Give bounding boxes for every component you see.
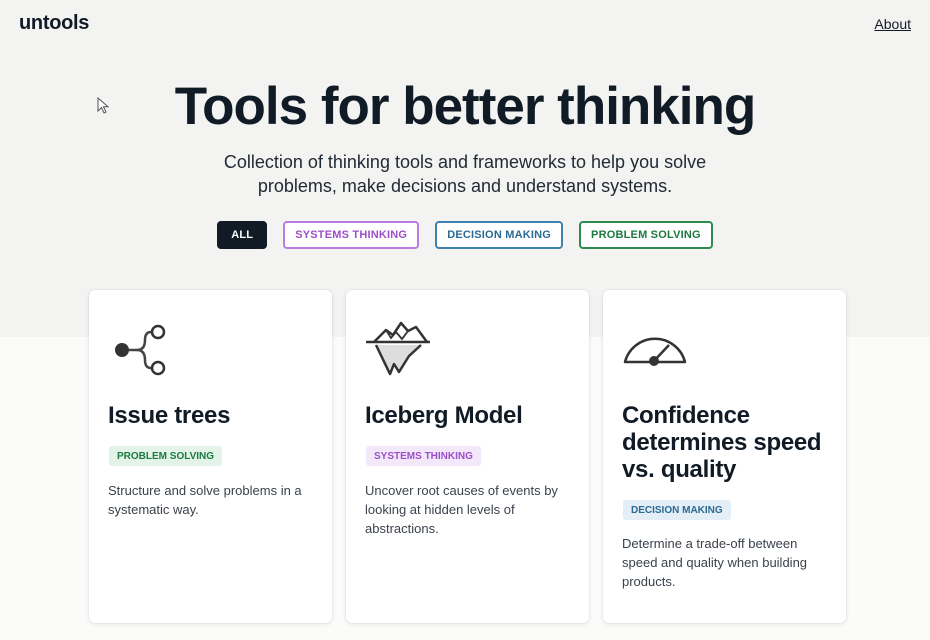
card-title: Iceberg Model bbox=[365, 402, 523, 429]
filter-all-button[interactable]: ALL bbox=[217, 221, 268, 249]
page-title: Tools for better thinking bbox=[174, 77, 757, 136]
card-title: Issue trees bbox=[108, 402, 231, 429]
category-filters: ALL SYSTEMS THINKING DECISION MAKING PRO… bbox=[0, 221, 930, 249]
card-title: Confidence determines speed vs. quality bbox=[622, 402, 822, 483]
filter-problem-solving-button[interactable]: PROBLEM SOLVING bbox=[579, 221, 713, 249]
logo[interactable]: untools bbox=[19, 12, 89, 35]
card-tag: DECISION MAKING bbox=[623, 500, 731, 520]
tool-card-iceberg-model[interactable]: Iceberg Model SYSTEMS THINKING Uncover r… bbox=[346, 290, 589, 623]
issue-tree-icon bbox=[115, 324, 166, 376]
about-link[interactable]: About bbox=[874, 16, 911, 32]
card-tag: SYSTEMS THINKING bbox=[366, 446, 481, 466]
filter-systems-thinking-button[interactable]: SYSTEMS THINKING bbox=[283, 221, 420, 249]
tool-card-confidence-speed-quality[interactable]: Confidence determines speed vs. quality … bbox=[603, 290, 846, 623]
filter-decision-making-button[interactable]: DECISION MAKING bbox=[435, 221, 564, 249]
page-subtitle: Collection of thinking tools and framewo… bbox=[223, 152, 707, 196]
gauge-icon bbox=[623, 337, 687, 366]
top-bar: untools About bbox=[0, 0, 930, 48]
tool-card-issue-trees[interactable]: Issue trees PROBLEM SOLVING Structure an… bbox=[89, 290, 332, 623]
card-description: Determine a trade-off between speed and … bbox=[622, 536, 808, 589]
card-description: Uncover root causes of events by looking… bbox=[365, 483, 558, 536]
iceberg-icon bbox=[366, 321, 430, 376]
card-description: Structure and solve problems in a system… bbox=[108, 483, 302, 517]
card-tag: PROBLEM SOLVING bbox=[109, 446, 223, 466]
